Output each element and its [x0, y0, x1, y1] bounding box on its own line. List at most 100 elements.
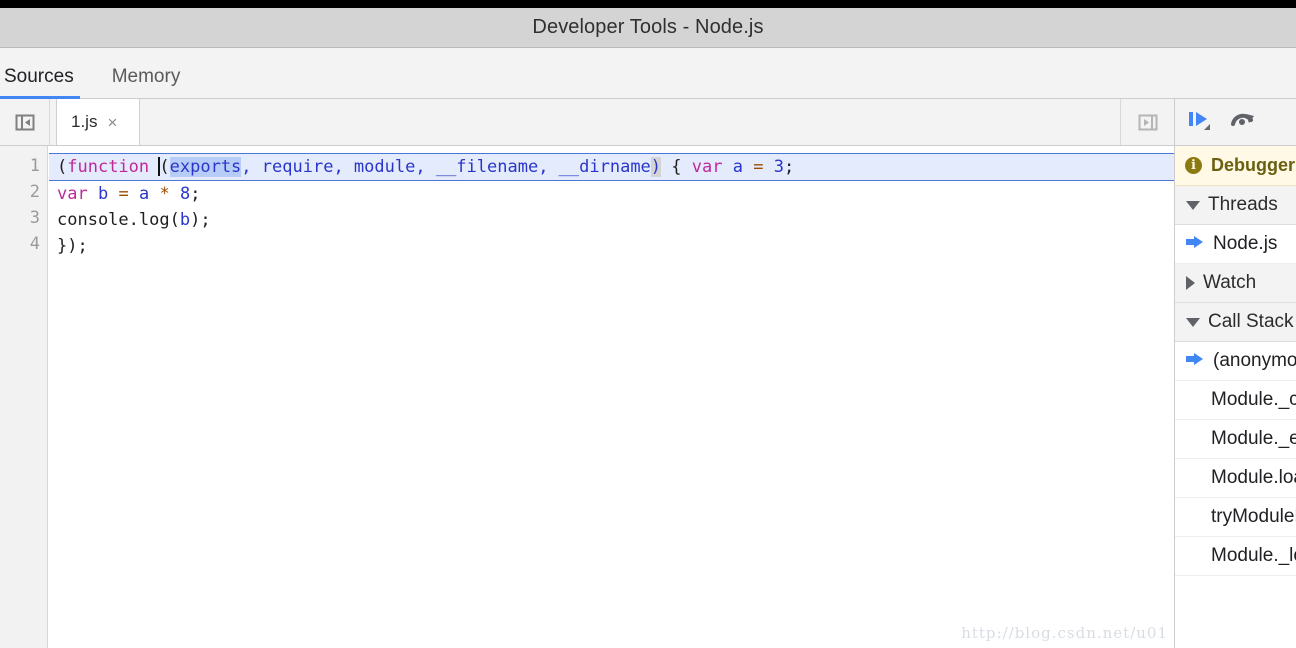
resume-script-execution-icon: [1189, 111, 1210, 130]
code-token: *: [159, 184, 170, 204]
code-line[interactable]: var b = a * 8;: [48, 181, 1174, 207]
code-token: ,: [241, 157, 262, 177]
thread-node-js[interactable]: Node.js: [1175, 225, 1296, 264]
window-titlebar: Developer Tools - Node.js: [0, 8, 1296, 48]
line-number: 3: [29, 208, 40, 228]
show-debugger-icon: [1138, 114, 1157, 131]
thread-node-js-label: Node.js: [1213, 233, 1278, 254]
debugger-paused-banner: i Debugger paused: [1175, 146, 1296, 186]
code-token: 3: [773, 157, 784, 177]
tab-sources-label: Sources: [4, 66, 74, 87]
info-icon: i: [1185, 157, 1202, 174]
step-over-next-function-call-button[interactable]: [1229, 108, 1257, 137]
code-token: console.log(: [57, 210, 180, 230]
code-token: ;: [783, 157, 795, 177]
chevron-down-icon[interactable]: [1186, 200, 1200, 210]
call-stack[interactable]: Call Stack: [1175, 303, 1296, 342]
editor-tab-1-js[interactable]: 1.js ×: [56, 99, 140, 145]
line-number: 4: [29, 234, 40, 254]
window-top-edge: [0, 0, 1296, 8]
tab-sources[interactable]: Sources: [0, 66, 90, 99]
code-token: });: [57, 236, 88, 256]
current-frame-arrow-icon: [1186, 351, 1204, 372]
code-line[interactable]: console.log(b);: [48, 207, 1174, 233]
code-token: b: [179, 210, 191, 230]
code-token: var: [57, 184, 88, 204]
code-token: (: [57, 157, 68, 177]
code-token: ,: [333, 157, 354, 177]
code-token: a: [138, 184, 150, 204]
call-frame-module-extensions-js[interactable]: Module._extensions..js: [1175, 420, 1296, 459]
code-token: function: [67, 157, 150, 177]
code-token: (: [159, 157, 170, 177]
show-navigator-button[interactable]: [0, 99, 50, 145]
editor-tab-filename: 1.js: [71, 112, 98, 131]
current-frame-arrow-icon: [1186, 234, 1204, 255]
call-frame-module-load[interactable]: Module.load: [1175, 459, 1296, 498]
threads[interactable]: Threads: [1175, 186, 1296, 225]
devtools-panel-tabbar: Sources Memory: [0, 48, 1296, 99]
watch[interactable]: Watch: [1175, 264, 1296, 303]
call-frame-module-load-2-label: Module._load: [1211, 545, 1296, 566]
code-token: __filename: [435, 157, 539, 177]
code-token: ,: [415, 157, 436, 177]
line-number: 1: [29, 156, 40, 176]
call-frame-try-module-load[interactable]: tryModuleLoad: [1175, 498, 1296, 537]
call-frame-module-compile[interactable]: Module._compile: [1175, 381, 1296, 420]
chevron-down-icon[interactable]: [1186, 317, 1200, 327]
step-over-next-function-call-icon: [1231, 113, 1254, 126]
resume-script-execution-button[interactable]: [1187, 108, 1215, 137]
code-token: require: [261, 157, 334, 177]
watermark-text: http://blog.csdn.net/u01: [961, 624, 1168, 642]
code-token: b: [97, 184, 109, 204]
code-token: __dirname: [558, 157, 651, 177]
main-content: 1.js × 1 2 3 4 (function (exports, requi…: [0, 99, 1296, 648]
call-frame-module-compile-label: Module._compile: [1211, 389, 1296, 410]
call-stack-label: Call Stack: [1208, 311, 1294, 332]
code-token: ;: [190, 184, 201, 204]
tab-memory-label: Memory: [111, 66, 181, 87]
call-frame-anonymous-label: (anonymous): [1213, 350, 1296, 371]
debugger-sections: Threads Node.js Watch Call Stack (anonymous)…: [1175, 186, 1296, 576]
debugger-toolbar: [1175, 99, 1296, 146]
code-token: a: [732, 157, 743, 177]
call-frame-module-extensions-js-label: Module._extensions..js: [1211, 428, 1296, 449]
code-token: {: [661, 157, 692, 177]
chevron-right-icon[interactable]: [1186, 276, 1195, 290]
call-frame-try-module-load-label: tryModuleLoad: [1211, 506, 1296, 527]
call-frame-module-load-label: Module.load: [1211, 467, 1296, 488]
code-token: 8: [179, 184, 191, 204]
editor-tabstrip: 1.js ×: [0, 99, 1174, 146]
tab-memory[interactable]: Memory: [90, 67, 191, 98]
code-token: ): [650, 157, 662, 177]
call-frame-anonymous[interactable]: (anonymous): [1175, 342, 1296, 381]
code-token: =: [118, 184, 129, 204]
show-navigator-icon: [15, 114, 34, 131]
code-editor[interactable]: 1 2 3 4 (function (exports, require, mod…: [0, 146, 1174, 648]
show-debugger-sidebar-button[interactable]: [1120, 99, 1174, 145]
line-number: 2: [29, 182, 40, 202]
code-token: =: [753, 157, 764, 177]
close-icon[interactable]: ×: [107, 114, 117, 131]
debugger-sidebar: i Debugger paused Threads Node.js Watch Cal…: [1175, 99, 1296, 648]
code-line[interactable]: (function (exports, require, module, __f…: [49, 153, 1174, 181]
window-title: Developer Tools - Node.js: [532, 16, 764, 38]
editor-column: 1.js × 1 2 3 4 (function (exports, requi…: [0, 99, 1175, 648]
code-token: exports: [169, 157, 242, 177]
code-lines[interactable]: (function (exports, require, module, __f…: [48, 146, 1174, 648]
call-frame-module-load-2[interactable]: Module._load: [1175, 537, 1296, 576]
code-line[interactable]: });: [48, 233, 1174, 259]
watch-label: Watch: [1203, 272, 1257, 293]
line-number-gutter: 1 2 3 4: [0, 146, 48, 648]
code-token: module: [353, 157, 416, 177]
code-token: );: [190, 210, 211, 230]
threads-label: Threads: [1208, 194, 1278, 215]
